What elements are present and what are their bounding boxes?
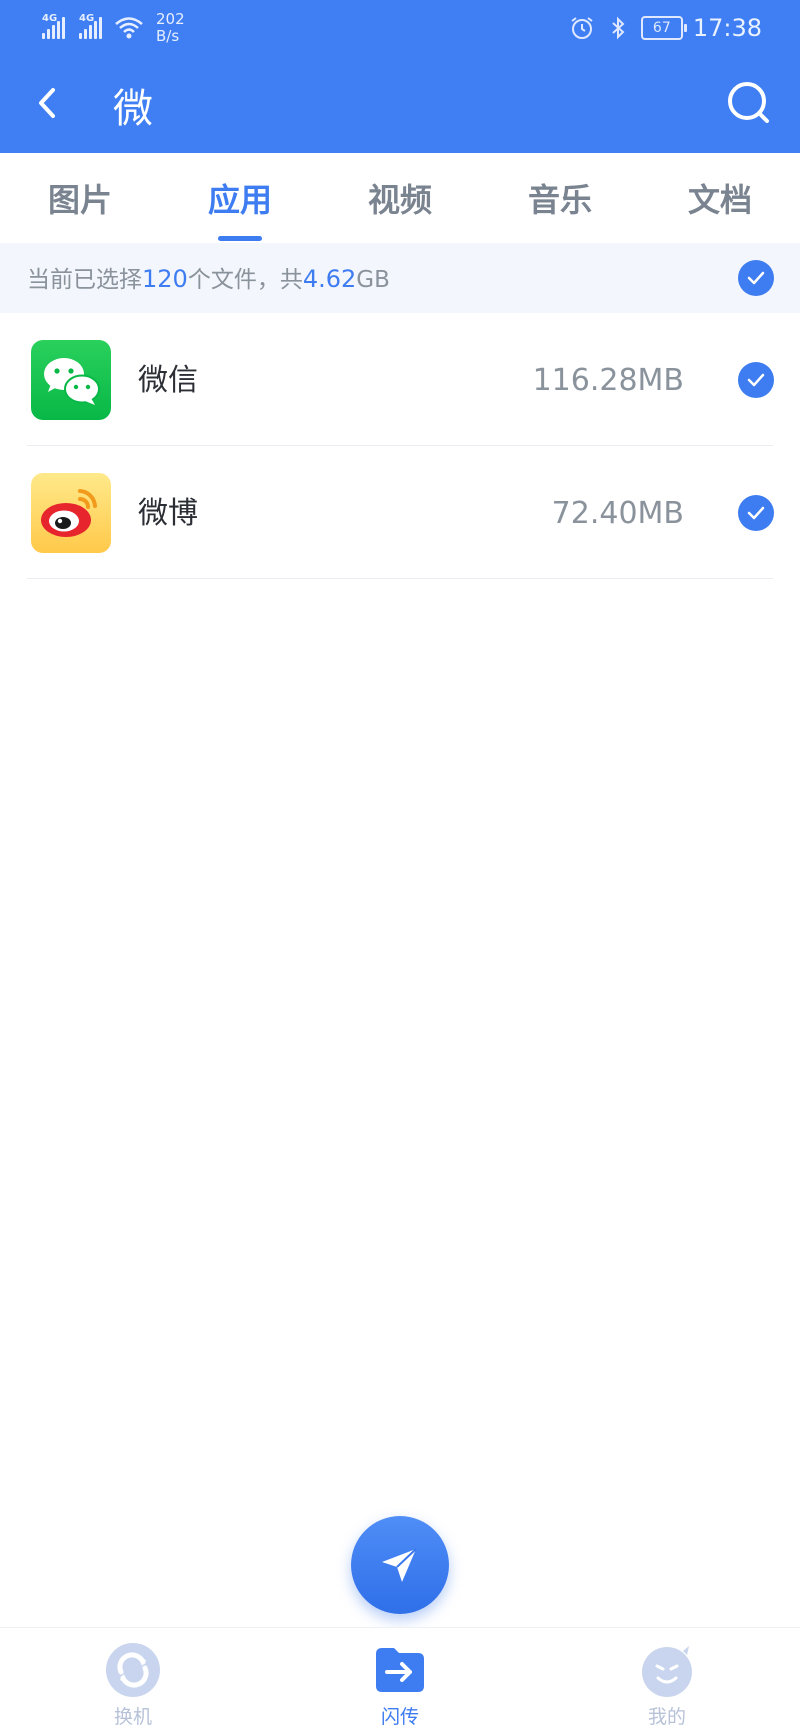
app-list: 微信 116.28MB 微博 72.40MB [0, 313, 800, 579]
summary-prefix: 当前已选择 [27, 267, 142, 293]
app-name: 微信 [138, 363, 198, 398]
app-size: 116.28MB [532, 363, 684, 398]
wifi-icon [115, 17, 143, 39]
weibo-icon [31, 473, 111, 553]
net-speed: 202 B/s [156, 11, 185, 45]
status-left: 4G 4G 202 B/s [40, 10, 185, 46]
search-button[interactable] [722, 76, 776, 130]
nav-label: 闪传 [380, 1706, 419, 1728]
nav-switch-phone[interactable]: 换机 [53, 1628, 213, 1735]
checkmark-icon [747, 373, 765, 387]
bottom-nav: 换机 闪传 我的 [0, 1627, 800, 1735]
signal-tag: 4G [79, 13, 95, 24]
selection-summary: 当前已选择120个文件，共4.62GB [0, 243, 800, 313]
status-right: 67 17:38 [569, 12, 762, 44]
tab-music[interactable]: 音乐 [480, 153, 640, 243]
app-header: 4G 4G 202 B/s 67 17:38 微 [0, 0, 800, 153]
category-tabs: 图片 应用 视频 音乐 文档 [0, 153, 800, 243]
nav-label: 我的 [647, 1706, 686, 1728]
selected-size-unit: GB [356, 267, 390, 293]
profile-icon [642, 1646, 692, 1697]
signal-tag: 4G [42, 13, 58, 24]
net-speed-value: 202 [156, 10, 185, 28]
list-item[interactable]: 微信 116.28MB [0, 313, 800, 446]
select-all-checkbox[interactable] [738, 260, 774, 296]
tab-documents[interactable]: 文档 [640, 153, 800, 243]
summary-middle: 个文件，共 [187, 267, 303, 293]
status-time: 17:38 [692, 14, 762, 42]
signal-icon: 4G [40, 13, 65, 39]
divider [27, 578, 773, 579]
app-bar: 微 [0, 56, 800, 153]
app-name: 微博 [138, 496, 198, 531]
list-item[interactable]: 微博 72.40MB [0, 446, 800, 579]
nav-label: 换机 [113, 1706, 152, 1728]
checkmark-icon [747, 271, 765, 285]
tab-images[interactable]: 图片 [0, 153, 160, 243]
chevron-left-icon [39, 88, 55, 118]
search-icon [728, 82, 769, 123]
selected-count: 120 [142, 265, 188, 293]
app-checkbox[interactable] [738, 495, 774, 531]
tab-indicator [218, 236, 262, 241]
wechat-icon [31, 340, 111, 420]
nav-flash-transfer[interactable]: 闪传 [320, 1628, 480, 1735]
battery-level: 67 [652, 20, 671, 36]
send-button[interactable] [351, 1516, 449, 1614]
tab-videos[interactable]: 视频 [320, 153, 480, 243]
alarm-icon [571, 17, 593, 39]
tab-apps[interactable]: 应用 [160, 153, 320, 243]
page-title: 微 [113, 86, 153, 132]
bluetooth-icon [612, 16, 625, 40]
checkmark-icon [747, 506, 765, 520]
selected-size-value: 4.62 [302, 265, 357, 293]
nav-profile[interactable]: 我的 [587, 1628, 747, 1735]
net-speed-unit: B/s [156, 27, 180, 45]
selection-summary-text: 当前已选择120个文件，共4.62GB [27, 243, 390, 316]
back-button[interactable] [24, 80, 70, 126]
signal-icon: 4G [77, 13, 102, 39]
send-icon [382, 1548, 417, 1582]
status-bar: 4G 4G 202 B/s 67 17:38 [0, 0, 800, 56]
battery-icon: 67 [640, 16, 687, 40]
flash-transfer-icon [376, 1648, 424, 1692]
app-size: 72.40MB [551, 496, 684, 531]
app-checkbox[interactable] [738, 362, 774, 398]
switch-phone-icon [106, 1643, 160, 1697]
